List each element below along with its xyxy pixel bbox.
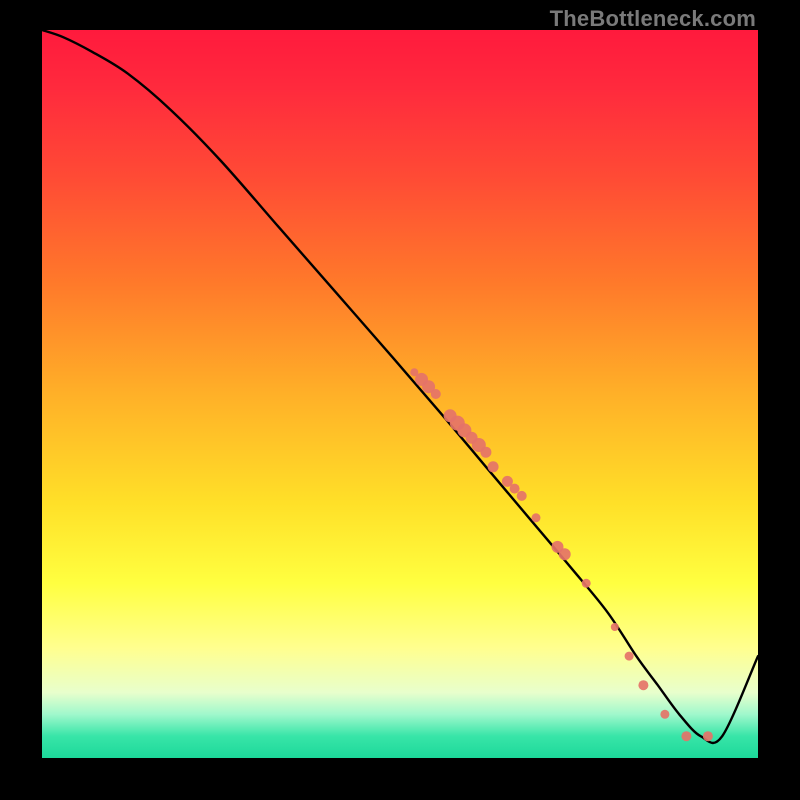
chart-frame: TheBottleneck.com xyxy=(0,0,800,800)
scatter-point xyxy=(660,710,669,719)
scatter-point xyxy=(532,513,541,522)
scatter-point xyxy=(510,484,520,494)
scatter-point xyxy=(681,731,691,741)
scatter-point xyxy=(488,461,499,472)
scatter-point xyxy=(625,652,634,661)
scatter-point xyxy=(703,731,713,741)
watermark-label: TheBottleneck.com xyxy=(550,6,756,32)
scatter-point xyxy=(480,447,491,458)
chart-plot-area xyxy=(42,30,758,758)
scatter-point xyxy=(517,491,527,501)
scatter-points xyxy=(410,368,713,741)
scatter-point xyxy=(559,548,571,560)
bottleneck-curve xyxy=(42,30,758,743)
scatter-point xyxy=(638,680,648,690)
scatter-point xyxy=(611,623,619,631)
scatter-point xyxy=(431,389,441,399)
chart-overlay-svg xyxy=(42,30,758,758)
scatter-point xyxy=(582,579,591,588)
